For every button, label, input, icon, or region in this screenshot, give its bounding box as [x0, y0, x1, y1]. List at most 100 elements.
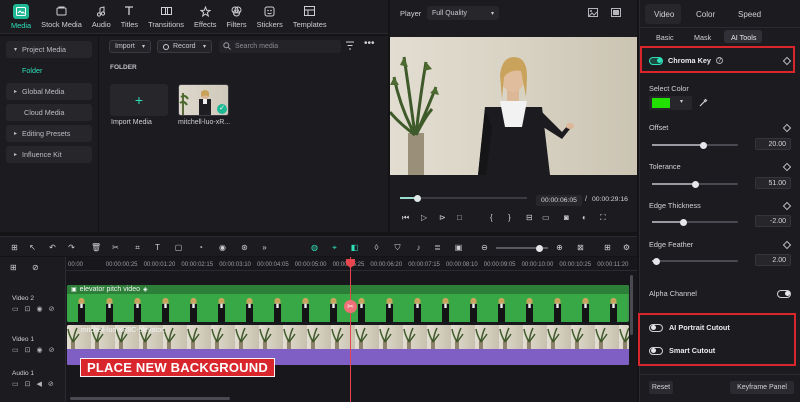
color-match-icon[interactable]: ◉ [218, 243, 227, 252]
microphone-icon[interactable]: ♪ [414, 243, 423, 252]
eye-icon[interactable]: ◉ [37, 305, 43, 313]
fullscreen-icon[interactable]: ⛶ [600, 213, 606, 223]
playback-progress-bar[interactable] [400, 194, 527, 202]
zoom-out-icon[interactable]: ⊖ [480, 243, 489, 252]
tab-filters[interactable]: Filters [221, 0, 251, 33]
color-picker-dropdown[interactable]: ▾ [649, 96, 692, 110]
play-full-icon[interactable]: ⊳ [439, 213, 446, 222]
tab-media[interactable]: Media [6, 0, 36, 33]
tab-color[interactable]: Color [696, 10, 715, 19]
tab-video[interactable]: Video [654, 10, 674, 19]
filter-icon[interactable] [345, 41, 355, 52]
sidebar-item-global-media[interactable]: ▸ Global Media [6, 83, 92, 100]
subtab-ai-tools[interactable]: AI Tools [731, 33, 756, 42]
scissors-icon[interactable]: ✂ [344, 300, 357, 313]
text-icon[interactable]: T [153, 243, 162, 252]
keyframe-diamond-icon[interactable] [782, 240, 792, 249]
shield-icon[interactable]: ⛉ [393, 243, 402, 252]
eyedropper-icon[interactable] [699, 98, 708, 109]
playhead[interactable]: ✂ [344, 257, 357, 402]
auto-ripple-icon[interactable]: ◍ [310, 243, 319, 252]
slider-handle[interactable] [680, 218, 688, 226]
audio-volume-icon[interactable]: ◐ [582, 213, 587, 222]
current-time[interactable]: 00:00:06:05 [536, 195, 582, 206]
camera-icon[interactable]: ◙ [564, 213, 569, 222]
play-icon[interactable]: ▷ [421, 213, 427, 222]
fit-icon[interactable]: ⊠ [576, 243, 585, 252]
image-icon[interactable]: ▣ [454, 243, 463, 252]
folder-icon[interactable]: ▭ [12, 305, 19, 313]
select-tool-icon[interactable]: ↖ [28, 243, 37, 252]
import-dropdown[interactable]: Import ▾ [109, 40, 151, 53]
undo-icon[interactable]: ↶ [48, 243, 57, 252]
zoom-slider[interactable] [496, 244, 548, 252]
edge-thickness-slider[interactable] [652, 218, 738, 226]
tab-stickers[interactable]: Stickers [252, 0, 288, 33]
keyframe-diamond-icon[interactable] [782, 123, 792, 132]
crop-icon[interactable]: ⌗ [133, 243, 142, 252]
magnet-icon[interactable]: ◧ [350, 243, 359, 252]
tab-transitions[interactable]: Transitions [143, 0, 189, 33]
keyframe-panel-button[interactable]: Keyframe Panel [730, 381, 794, 394]
settings-icon[interactable]: ⚙ [622, 243, 631, 252]
folder-icon[interactable]: ▭ [12, 380, 19, 388]
slider-handle[interactable] [700, 141, 708, 149]
lock-icon[interactable]: ⊡ [25, 305, 31, 313]
grid-icon[interactable]: ⊞ [603, 243, 612, 252]
offset-slider[interactable] [652, 141, 738, 149]
link-icon[interactable]: ⊘ [48, 380, 54, 388]
sidebar-item-cloud-media[interactable]: Cloud Media [6, 104, 92, 121]
voiceover-icon[interactable]: ≣ [433, 243, 442, 252]
edge-feather-slider[interactable] [652, 257, 738, 265]
sidebar-item-folder[interactable]: Folder [14, 62, 92, 79]
subtab-mask[interactable]: Mask [694, 33, 711, 42]
layout-icon[interactable]: ⊞ [10, 243, 19, 252]
add-track-icon[interactable]: ⊞ [10, 263, 17, 272]
search-box[interactable]: Search media [219, 40, 341, 53]
split-icon[interactable]: ✂ [111, 243, 120, 252]
quality-dropdown[interactable]: Full Quality ▾ [427, 6, 499, 20]
tab-audio[interactable]: Audio [87, 0, 116, 33]
sidebar-item-editing-presets[interactable]: ▸ Editing Presets [6, 125, 92, 142]
marker-icon[interactable]: ◊ [372, 243, 381, 252]
timeline-scrollbar[interactable] [70, 397, 230, 400]
tab-effects[interactable]: Effects [189, 0, 221, 33]
eye-icon[interactable]: ◉ [37, 346, 43, 354]
speaker-icon[interactable]: ◀ [37, 380, 42, 388]
sidebar-item-influence-kit[interactable]: ▸ Influence Kit [6, 146, 92, 163]
tab-speed[interactable]: Speed [738, 10, 761, 19]
search-input[interactable]: Search media [235, 43, 278, 50]
previous-frame-icon[interactable]: ⏮ [402, 213, 409, 223]
subtab-basic[interactable]: Basic [656, 33, 674, 42]
mark-out-icon[interactable]: } [508, 213, 511, 222]
edge-feather-value[interactable]: 2.00 [755, 254, 791, 266]
help-icon[interactable]: ? [715, 57, 723, 64]
zoom-handle[interactable] [536, 244, 543, 252]
tab-stock-media[interactable]: Stock Media [36, 0, 87, 33]
alpha-channel-toggle[interactable] [777, 289, 791, 298]
import-media-tile[interactable]: + [110, 84, 168, 116]
fullscreen-preview-icon[interactable]: ⊟ [526, 213, 533, 222]
zoom-in-icon[interactable]: ⊕ [555, 243, 564, 252]
edge-thickness-value[interactable]: -2.00 [755, 215, 791, 227]
link-icon[interactable]: ⊘ [49, 346, 55, 354]
link-icon[interactable]: ⊘ [49, 305, 55, 313]
more-tools-icon[interactable]: » [260, 243, 269, 252]
mark-in-icon[interactable]: { [490, 213, 493, 222]
more-options-icon[interactable]: ••• [364, 38, 375, 49]
tab-titles[interactable]: Titles [116, 0, 143, 33]
speed-icon[interactable]: ◔ [196, 243, 205, 252]
timeline-vertical-scrollbar[interactable] [630, 275, 633, 335]
snapshot-view-icon[interactable] [588, 8, 598, 19]
sidebar-item-project-media[interactable]: ▾ Project Media [6, 41, 92, 58]
lock-icon[interactable]: ⊡ [25, 380, 31, 388]
snap-icon[interactable]: ⌖ [330, 243, 339, 252]
keyframe-diamond-icon[interactable] [782, 56, 792, 65]
video-preview[interactable] [390, 37, 637, 175]
adjust-icon[interactable]: ⊛ [240, 243, 249, 252]
smart-cutout-toggle[interactable] [649, 346, 663, 355]
media-clip-thumbnail[interactable]: ✓ [178, 84, 229, 116]
redo-icon[interactable]: ↷ [67, 243, 76, 252]
display-settings-icon[interactable] [611, 8, 621, 19]
reset-button[interactable]: Reset [649, 381, 673, 394]
